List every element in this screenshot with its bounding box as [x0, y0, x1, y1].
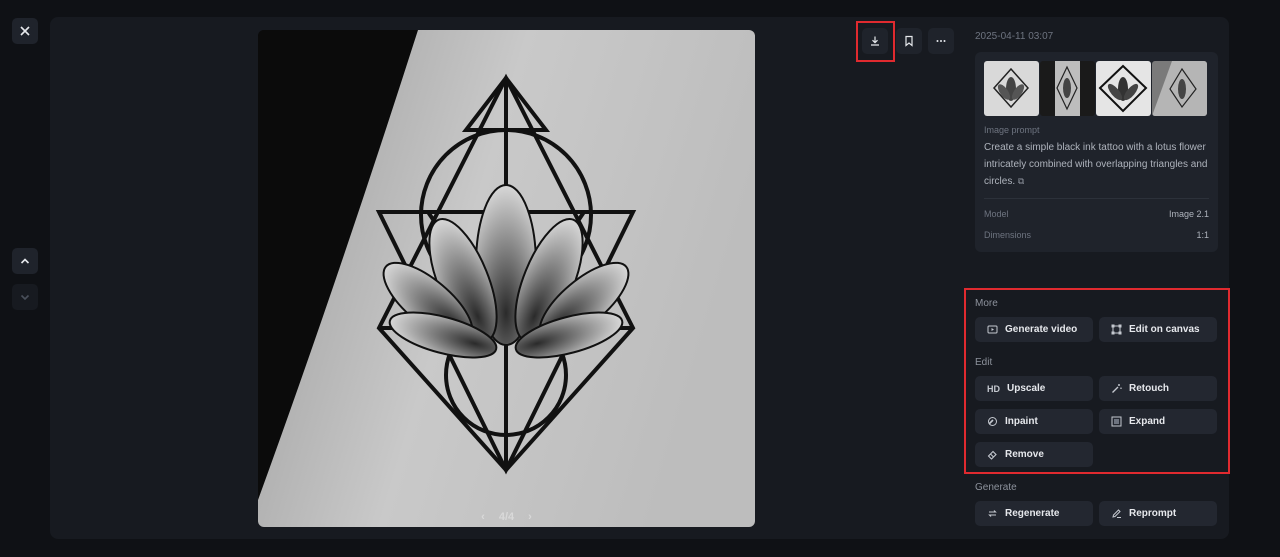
regenerate-label: Regenerate — [1005, 508, 1060, 519]
image-pager: ‹ 4/4 › — [258, 511, 755, 523]
model-row: Model Image 2.1 — [984, 209, 1209, 219]
more-icon — [936, 40, 946, 42]
pager-prev-icon[interactable]: ‹ — [481, 511, 485, 523]
model-label: Model — [984, 209, 1009, 219]
thumbnail-1[interactable] — [984, 61, 1039, 116]
model-value: Image 2.1 — [1168, 209, 1209, 219]
close-icon — [20, 26, 30, 36]
download-highlight — [856, 21, 895, 62]
generated-image: ‹ 4/4 › — [258, 30, 755, 527]
prompt-text: Create a simple black ink tattoo with a … — [984, 140, 1212, 191]
timestamp: 2025-04-11 03:07 — [975, 31, 1054, 42]
generate-section-title: Generate — [975, 482, 1017, 493]
dimensions-label: Dimensions — [984, 230, 1032, 240]
divider — [984, 198, 1209, 199]
next-image-button[interactable] — [12, 284, 38, 310]
image-info-card: Image prompt Create a simple black ink t… — [975, 52, 1218, 252]
pager-next-icon[interactable]: › — [528, 511, 532, 523]
prompt-label: Image prompt — [984, 125, 1040, 135]
reprompt-label: Reprompt — [1129, 508, 1177, 519]
pencil-icon — [1111, 508, 1125, 519]
dimensions-row: Dimensions 1:1 — [984, 230, 1209, 240]
lotus-tattoo-image — [258, 30, 755, 527]
more-options-button[interactable] — [928, 28, 954, 54]
chevron-up-icon — [20, 258, 30, 264]
more-edit-highlight — [964, 288, 1230, 474]
thumbnail-2[interactable] — [1040, 61, 1095, 116]
copy-icon[interactable]: ⧉ — [1018, 176, 1024, 186]
previous-image-button[interactable] — [12, 248, 38, 274]
chevron-down-icon — [20, 294, 30, 301]
reprompt-button[interactable]: Reprompt — [1099, 501, 1217, 526]
thumbnail-3[interactable] — [1096, 61, 1151, 116]
regenerate-button[interactable]: Regenerate — [975, 501, 1093, 526]
dimensions-value: 1:1 — [1196, 230, 1209, 240]
pager-count: 4/4 — [498, 511, 515, 523]
thumbnail-4[interactable] — [1152, 61, 1207, 116]
refresh-icon — [987, 508, 1001, 519]
close-button[interactable] — [12, 18, 38, 44]
bookmark-button[interactable] — [896, 28, 922, 54]
bookmark-icon — [905, 35, 913, 47]
